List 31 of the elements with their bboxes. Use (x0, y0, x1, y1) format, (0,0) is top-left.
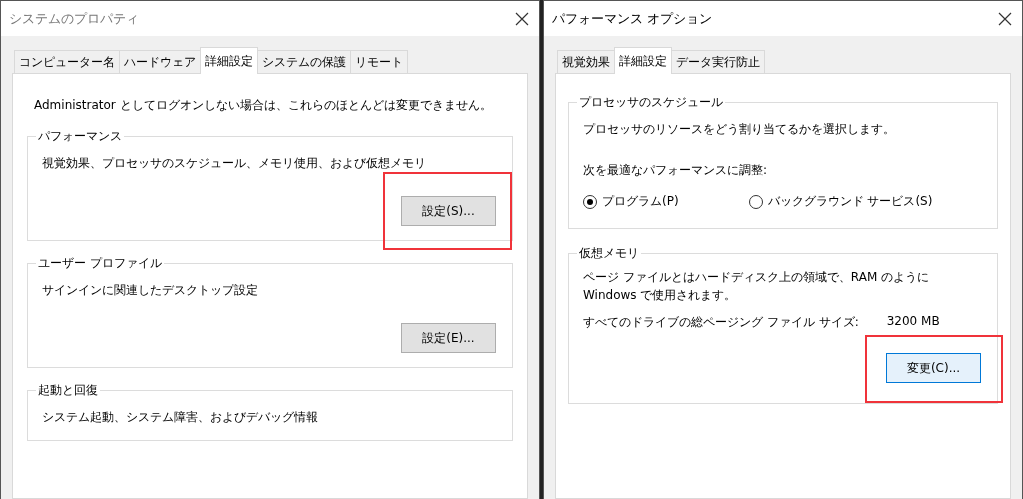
tab[interactable]: コンピューター名 (14, 50, 120, 74)
group-title: ユーザー プロファイル (37, 255, 163, 272)
group-title: 起動と回復 (37, 382, 99, 399)
note-text: Administrator としてログオンしない場合は、これらのほとんどは変更できません。 (34, 97, 493, 114)
radio-option[interactable]: プログラム(P) (583, 193, 679, 210)
tab[interactable]: リモート (350, 50, 408, 74)
radio-option[interactable]: バックグラウンド サービス(S) (748, 193, 933, 210)
adjust-label: 次を最適なパフォーマンスに調整: (583, 162, 769, 179)
group-description: システム起動、システム障害、およびデバッグ情報 (42, 409, 319, 426)
size-value: 3200 MB (886, 314, 940, 330)
settings-button[interactable]: 設定(E)... (401, 323, 496, 353)
window-title: システムのプロパティ (9, 9, 139, 28)
tab[interactable]: 詳細設定 (614, 47, 672, 74)
radio-icon[interactable] (583, 194, 597, 209)
window-title: パフォーマンス オプション (552, 9, 713, 28)
group-description: 視覚効果、プロセッサのスケジュール、メモリ使用、および仮想メモリ (42, 155, 427, 172)
group-description: ページ ファイルとはハードディスク上の領域で、RAM のように Windows で使用されます。 (583, 269, 931, 304)
group-description: サインインに関連したデスクトップ設定 (42, 282, 259, 299)
group-description: プロセッサのリソースをどう割り当てるかを選択します。 (583, 121, 896, 138)
group-title: 仮想メモリ (578, 245, 640, 262)
tab[interactable]: 詳細設定 (200, 47, 258, 74)
close-icon[interactable] (998, 11, 1012, 26)
settings-button[interactable]: 設定(S)... (401, 196, 496, 226)
settings-button[interactable]: 変更(C)... (886, 353, 981, 383)
tab[interactable]: 視覚効果 (557, 50, 615, 74)
tab[interactable]: データ実行防止 (671, 50, 765, 74)
group-title: プロセッサのスケジュール (578, 94, 724, 111)
size-label: すべてのドライブの総ページング ファイル サイズ: (583, 314, 859, 331)
group-title: パフォーマンス (37, 128, 123, 145)
close-icon[interactable] (515, 11, 529, 26)
radio-icon[interactable] (748, 194, 763, 209)
